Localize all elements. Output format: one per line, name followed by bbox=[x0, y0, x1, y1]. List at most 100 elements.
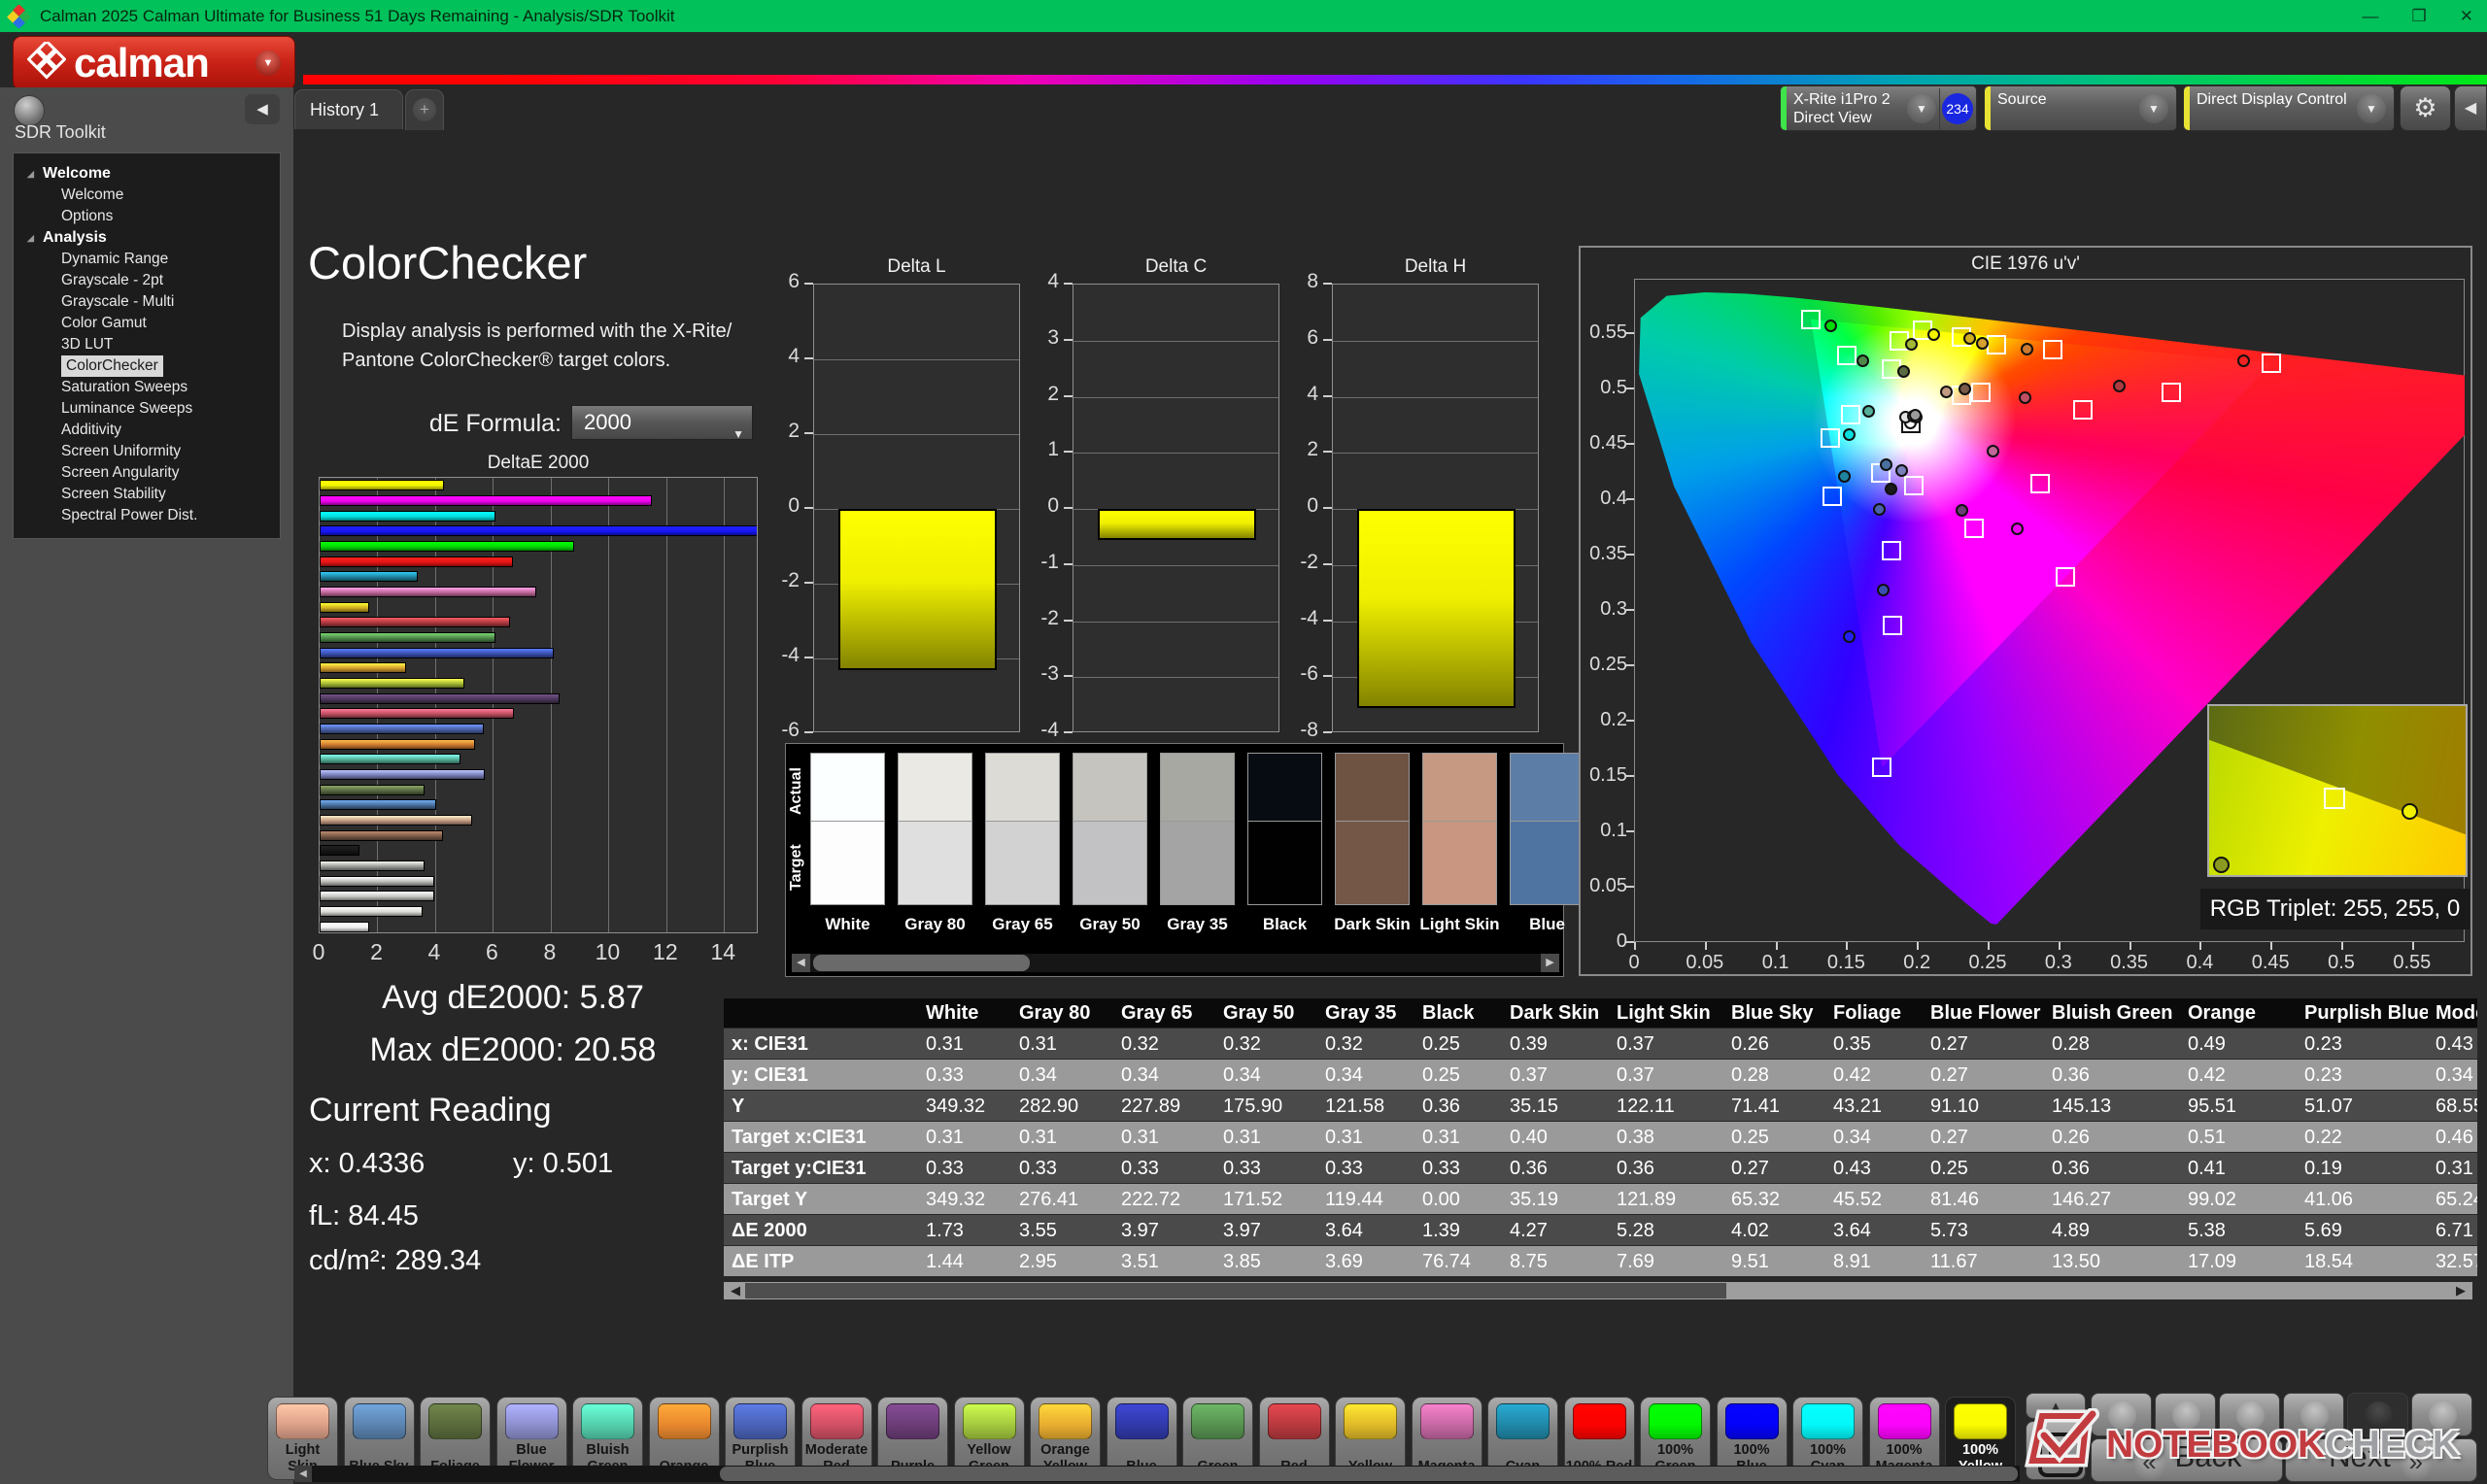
add-tab-button[interactable]: + bbox=[405, 89, 444, 130]
swatch-scrollbar[interactable]: ◀▶ bbox=[792, 954, 1559, 972]
sidebar-item-spectral-power-dist-[interactable]: Spectral Power Dist. bbox=[14, 505, 280, 526]
row-label: Target x:CIE31 bbox=[732, 1122, 918, 1153]
patch-color-chip bbox=[658, 1403, 711, 1439]
tree-section-welcome[interactable]: ◢Welcome bbox=[14, 163, 280, 185]
cell: 41.06 bbox=[2304, 1184, 2428, 1215]
sidebar-item-welcome[interactable]: Welcome bbox=[14, 185, 280, 206]
sidebar-item-3d-lut[interactable]: 3D LUT bbox=[14, 334, 280, 355]
sidebar-item-grayscale-multi[interactable]: Grayscale - Multi bbox=[14, 291, 280, 313]
sidebar-item-colorchecker[interactable]: ColorChecker bbox=[14, 355, 280, 377]
deltaH-plot bbox=[1332, 284, 1539, 732]
sidebar-item-saturation-sweeps[interactable]: Saturation Sweeps bbox=[14, 377, 280, 398]
maximize-icon[interactable]: ❒ bbox=[2412, 7, 2427, 26]
transport-button-6[interactable] bbox=[2411, 1393, 2472, 1436]
display-control-dropdown[interactable]: Direct Display Control ▼ bbox=[2183, 85, 2395, 131]
cell: 171.52 bbox=[1223, 1184, 1317, 1215]
deltaL-bar bbox=[838, 509, 997, 670]
cie-x-tick-label: 0.2 bbox=[1888, 952, 1946, 974]
transport-button-3[interactable] bbox=[2219, 1393, 2280, 1436]
collapse-panel-button[interactable]: ◀ bbox=[2454, 85, 2487, 131]
sidebar-item-dynamic-range[interactable]: Dynamic Range bbox=[14, 249, 280, 270]
cell: 227.89 bbox=[1121, 1091, 1215, 1122]
scroll-thumb[interactable] bbox=[720, 1467, 2018, 1481]
swatch-comparison-panel: Actual Target WhiteGray 80Gray 65Gray 50… bbox=[785, 743, 1564, 977]
sidebar-item-screen-stability[interactable]: Screen Stability bbox=[14, 484, 280, 505]
sidebar-item-options[interactable]: Options bbox=[14, 206, 280, 227]
scroll-right-arrow[interactable]: ▶ bbox=[2451, 1282, 2470, 1299]
inset-measured-marker bbox=[2402, 803, 2418, 820]
expand-pattern-button[interactable]: ▲ bbox=[2026, 1393, 2086, 1419]
scroll-left-arrow[interactable]: ◀ bbox=[792, 954, 810, 972]
sidebar-item-grayscale-2pt[interactable]: Grayscale - 2pt bbox=[14, 270, 280, 291]
pattern-window-button[interactable] bbox=[2026, 1421, 2086, 1480]
next-button[interactable]: Next» bbox=[2285, 1438, 2477, 1482]
cell: 6.71 bbox=[2436, 1215, 2477, 1246]
cie-y-tick-mark bbox=[1626, 720, 1634, 722]
calman-menu-button[interactable]: calman ▼ bbox=[13, 36, 295, 90]
table-scrollbar[interactable]: ◀▶ bbox=[724, 1282, 2472, 1299]
current-fl: fL: 84.45 bbox=[309, 1200, 419, 1232]
bar-blue-sky bbox=[320, 799, 436, 810]
settings-button[interactable]: ⚙ bbox=[2400, 85, 2451, 131]
back-button[interactable]: «Back bbox=[2091, 1438, 2283, 1482]
cie-target-100-blue bbox=[1872, 758, 1891, 777]
sidebar-item-screen-uniformity[interactable]: Screen Uniformity bbox=[14, 441, 280, 462]
cell: 65.24 bbox=[2436, 1184, 2477, 1215]
deltaC-tick-label: 1 bbox=[1010, 438, 1059, 461]
cell: 0.40 bbox=[1510, 1122, 1609, 1153]
sidebar-item-luminance-sweeps[interactable]: Luminance Sweeps bbox=[14, 398, 280, 420]
scroll-left-arrow[interactable]: ◀ bbox=[294, 1466, 312, 1482]
deltaL-plot bbox=[813, 284, 1020, 732]
avg-de2000: Avg dE2000: 5.87 bbox=[309, 979, 717, 1017]
meter-dropdown[interactable]: X-Rite i1Pro 2 Direct View ▼ 234 bbox=[1780, 85, 1977, 131]
cie-y-tick-mark bbox=[1626, 775, 1634, 777]
delta-h-title: Delta H bbox=[1332, 256, 1539, 278]
gridline bbox=[608, 478, 609, 933]
cie-measured-blue bbox=[1877, 584, 1890, 596]
transport-icon bbox=[2429, 1401, 2457, 1430]
cie-target-orange-yellow bbox=[1987, 335, 2006, 354]
patch-color-chip bbox=[1878, 1403, 1931, 1439]
tree-section-analysis[interactable]: ◢Analysis bbox=[14, 227, 280, 249]
source-dropdown[interactable]: Source ▼ bbox=[1984, 85, 2177, 131]
cell: 0.34 bbox=[1833, 1122, 1923, 1153]
cell: 282.90 bbox=[1019, 1091, 1113, 1122]
scroll-right-arrow[interactable]: ▶ bbox=[1541, 954, 1559, 972]
close-icon[interactable]: ✕ bbox=[2460, 7, 2473, 26]
patch-color-chip bbox=[1039, 1403, 1092, 1439]
cell: 3.85 bbox=[1223, 1246, 1317, 1276]
column-header-black: Black bbox=[1422, 998, 1502, 1028]
cell: 0.37 bbox=[1617, 1060, 1723, 1091]
transport-button-2[interactable] bbox=[2155, 1393, 2216, 1436]
patch-color-chip bbox=[505, 1403, 559, 1439]
chevron-down-icon: ▼ bbox=[732, 418, 744, 451]
bottom-scrollbar[interactable]: ◀ bbox=[294, 1466, 2020, 1482]
swatch-actual-blue bbox=[1510, 753, 1584, 822]
transport-button-5[interactable] bbox=[2347, 1393, 2408, 1436]
scroll-left-arrow[interactable]: ◀ bbox=[726, 1282, 745, 1299]
deltae-x-tick: 10 bbox=[578, 939, 636, 965]
cell: 4.89 bbox=[2052, 1215, 2180, 1246]
cie-y-tick-label: 0.3 bbox=[1581, 598, 1627, 621]
transport-button-4[interactable] bbox=[2283, 1393, 2344, 1436]
sidebar-collapse-button[interactable]: ◀ bbox=[245, 94, 280, 124]
sidebar-item-color-gamut[interactable]: Color Gamut bbox=[14, 313, 280, 334]
sidebar-item-screen-angularity[interactable]: Screen Angularity bbox=[14, 462, 280, 484]
max-de2000: Max dE2000: 20.58 bbox=[309, 1031, 717, 1069]
cell: 121.58 bbox=[1325, 1091, 1414, 1122]
tree-expander-icon[interactable]: ◢ bbox=[27, 227, 34, 249]
cell: 18.54 bbox=[2304, 1246, 2428, 1276]
deltaH-tick-label: 6 bbox=[1270, 326, 1318, 350]
tab-history-1[interactable]: History 1 bbox=[294, 89, 403, 129]
cell: 0.31 bbox=[926, 1029, 1011, 1060]
de-formula-value: 2000 bbox=[584, 410, 631, 434]
minimize-icon[interactable]: — bbox=[2363, 7, 2379, 26]
swatch-actual-black bbox=[1247, 753, 1322, 822]
scroll-thumb[interactable] bbox=[813, 955, 1030, 971]
de-formula-select[interactable]: 2000 ▼ bbox=[571, 405, 753, 440]
bar-blue bbox=[320, 648, 554, 658]
scroll-thumb[interactable] bbox=[745, 1283, 1726, 1298]
sidebar-item-additivity[interactable]: Additivity bbox=[14, 420, 280, 441]
transport-button-1[interactable] bbox=[2091, 1393, 2152, 1436]
tree-expander-icon[interactable]: ◢ bbox=[27, 163, 34, 185]
